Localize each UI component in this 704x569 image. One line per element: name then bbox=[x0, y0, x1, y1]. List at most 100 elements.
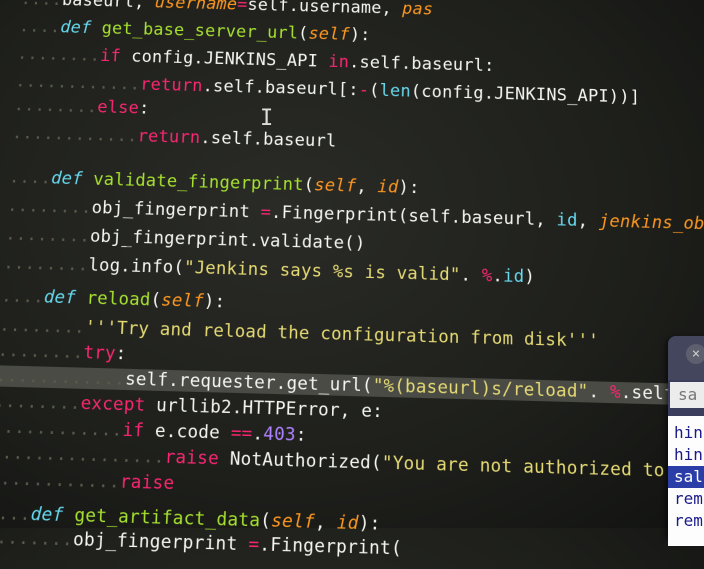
code-token: else bbox=[96, 97, 140, 119]
code-token: , bbox=[577, 210, 599, 232]
code-token: . bbox=[460, 264, 482, 287]
code-line[interactable]: ........if config.JENKINS_API in.self.ba… bbox=[17, 44, 495, 76]
code-token: : bbox=[115, 343, 127, 365]
autocomplete-item[interactable]: sal( bbox=[668, 466, 704, 488]
code-token: ................ bbox=[0, 441, 166, 469]
code-token: .... bbox=[18, 16, 62, 38]
code-token: obj_fingerprint.validate() bbox=[89, 226, 366, 255]
code-token: '''Try and reload the configuration from… bbox=[84, 317, 600, 352]
code-token: url)s/reload" bbox=[448, 377, 589, 403]
code-line[interactable]: ....baseurl, username=self.username, pas bbox=[20, 0, 433, 19]
code-token: if bbox=[121, 419, 156, 443]
code-token: .... bbox=[8, 167, 52, 189]
code-token: try bbox=[82, 342, 117, 365]
autocomplete-item[interactable]: remo bbox=[674, 488, 704, 510]
code-token: log.info( bbox=[87, 255, 185, 279]
code-token: pas bbox=[401, 0, 434, 20]
code-token: obj_fingerprint bbox=[91, 197, 261, 223]
code-token: ........ bbox=[0, 340, 85, 364]
code-token: % bbox=[481, 265, 493, 287]
code-token: - bbox=[358, 80, 370, 101]
code-token: . bbox=[492, 265, 504, 287]
code-token: = bbox=[260, 202, 272, 223]
code-token: .... bbox=[0, 502, 32, 526]
code-line[interactable]: ........obj_fingerprint.validate() bbox=[5, 224, 366, 254]
code-token: return bbox=[139, 74, 204, 97]
code-token: obj_fingerprint bbox=[72, 528, 249, 556]
code-token: base bbox=[61, 0, 104, 11]
code-token: def bbox=[59, 17, 103, 39]
code-token: url bbox=[102, 0, 135, 12]
code-line[interactable]: ............raise bbox=[0, 468, 175, 495]
code-editor[interactable]: ....baseurl, username=self.username, pas… bbox=[0, 0, 704, 560]
code-token: ............ bbox=[0, 416, 124, 442]
code-token: jenkins_ob bbox=[598, 211, 704, 235]
code-token: ............ bbox=[14, 71, 141, 95]
code-token: .... bbox=[20, 0, 62, 10]
code-token: .Fingerprint( bbox=[258, 534, 403, 560]
code-token: % bbox=[609, 381, 621, 404]
code-token: username bbox=[154, 0, 238, 15]
code-token: ): bbox=[349, 25, 371, 46]
code-line[interactable]: ........else: bbox=[13, 95, 150, 118]
code-token: .self.baseurl[: bbox=[202, 76, 360, 101]
autocomplete-filter-input[interactable]: sa bbox=[670, 382, 704, 408]
code-token: id bbox=[336, 512, 359, 535]
code-token: urllib2.HTTPError, e: bbox=[155, 395, 384, 423]
code-token: ............ bbox=[11, 123, 139, 147]
code-token: ........ bbox=[16, 43, 101, 66]
code-line[interactable]: ....def get_base_server_url(self): bbox=[18, 17, 370, 46]
popup-header: × bbox=[668, 336, 704, 380]
code-token: self bbox=[160, 290, 205, 313]
code-token: validate_fingerprint bbox=[92, 169, 304, 196]
code-token: , bbox=[356, 176, 378, 198]
close-icon[interactable]: × bbox=[686, 344, 704, 364]
autocomplete-item[interactable]: hin bbox=[674, 422, 703, 444]
autocomplete-item[interactable]: hin bbox=[674, 444, 703, 466]
code-token: raise bbox=[119, 471, 175, 495]
code-token: id bbox=[556, 210, 578, 231]
autocomplete-popup[interactable]: × sa hinhinsal(remoremo bbox=[668, 336, 704, 546]
code-token: . bbox=[588, 381, 610, 404]
code-token: self bbox=[313, 175, 357, 197]
code-token: ( bbox=[303, 174, 315, 196]
code-token: if bbox=[99, 46, 132, 67]
code-token: def bbox=[50, 168, 94, 190]
code-token: ........ bbox=[4, 224, 91, 247]
code-line[interactable]: ....def reload(self): bbox=[1, 286, 226, 313]
code-token: ............ bbox=[0, 365, 126, 390]
code-token: NotAuthorized( bbox=[229, 448, 383, 475]
code-token: self.requester.get_url( bbox=[124, 368, 373, 397]
code-token: .Fingerprint(self.baseurl, bbox=[270, 202, 557, 231]
code-token: ): bbox=[203, 291, 226, 313]
code-token: e.code bbox=[154, 420, 232, 445]
code-token: .self.baseurl bbox=[199, 127, 337, 152]
code-token: except bbox=[80, 393, 157, 417]
code-line[interactable]: ............return.self.baseurl bbox=[11, 123, 336, 152]
code-token: self bbox=[308, 24, 351, 45]
code-line[interactable]: ....def validate_fingerprint(self, id): bbox=[8, 167, 419, 198]
code-token: ( bbox=[259, 509, 272, 533]
code-line[interactable]: ............if e.code ==.403: bbox=[0, 416, 307, 446]
code-line[interactable]: ........log.info("Jenkins says %s is val… bbox=[3, 253, 535, 288]
autocomplete-list[interactable]: hinhinsal(remoremo bbox=[668, 416, 704, 546]
code-token: reload bbox=[86, 288, 152, 311]
code-token: ........ bbox=[6, 195, 93, 219]
code-token: self bbox=[270, 510, 316, 534]
code-token: 403 bbox=[262, 423, 297, 446]
code-token: ........ bbox=[13, 95, 98, 118]
code-token: "You are not authorized to r bbox=[381, 452, 687, 483]
code-token: def bbox=[43, 286, 88, 309]
code-token: get_base_server_url bbox=[101, 18, 299, 44]
code-token: raise bbox=[164, 446, 231, 470]
code-line[interactable]: ........try: bbox=[0, 340, 127, 364]
code-token: "%(base bbox=[372, 375, 449, 399]
autocomplete-item[interactable]: remo bbox=[674, 510, 704, 532]
code-token: = bbox=[247, 533, 260, 556]
code-token: def bbox=[30, 503, 76, 527]
code-token: ): bbox=[398, 177, 420, 199]
code-token: config.JENKINS_API bbox=[130, 46, 329, 72]
code-token: ........ bbox=[0, 314, 86, 339]
code-token: len bbox=[379, 80, 412, 102]
code-token: ........ bbox=[0, 390, 82, 415]
